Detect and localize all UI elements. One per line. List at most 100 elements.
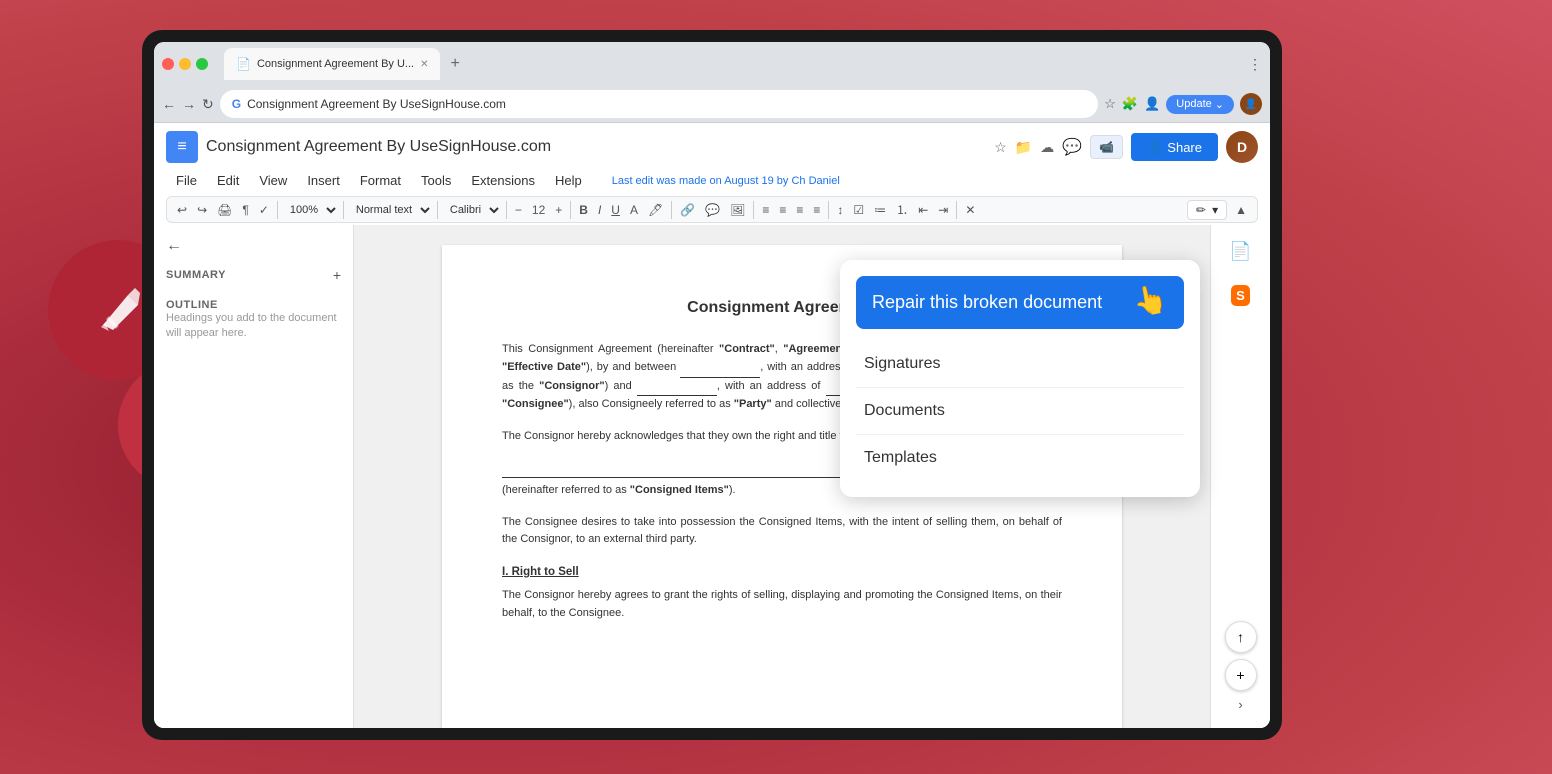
repair-document-button[interactable]: Repair this broken document 👆: [856, 276, 1184, 329]
minimize-window-button[interactable]: [179, 58, 191, 70]
cloud-icon[interactable]: ☁: [1040, 139, 1054, 156]
print-button[interactable]: 🖨: [213, 201, 236, 219]
text-color-button[interactable]: A: [626, 201, 642, 219]
google-icon: G: [232, 97, 241, 111]
popup-signatures-item[interactable]: Signatures: [856, 341, 1184, 388]
paint-format-button[interactable]: ¶: [238, 201, 252, 219]
extension-icon[interactable]: 🧩: [1122, 96, 1138, 112]
extension-panel-icon[interactable]: S: [1223, 277, 1259, 313]
traffic-lights: [162, 58, 208, 70]
address-bar[interactable]: G Consignment Agreement By UseSignHouse.…: [220, 90, 1099, 118]
toolbar-separator-6: [671, 201, 672, 219]
align-center[interactable]: ≡: [775, 201, 790, 219]
collapse-button[interactable]: ▲: [1231, 201, 1251, 219]
chrome-menu-icon[interactable]: ⋮: [1248, 56, 1262, 73]
undo-button[interactable]: ↩: [173, 201, 191, 219]
maximize-window-button[interactable]: [196, 58, 208, 70]
comment-toolbar-button[interactable]: 💬: [701, 201, 724, 219]
templates-label: Templates: [864, 449, 937, 466]
align-left[interactable]: ≡: [758, 201, 773, 219]
forward-button[interactable]: →: [182, 96, 196, 112]
refresh-button[interactable]: ↻: [202, 96, 214, 113]
font-select[interactable]: Calibri: [442, 202, 502, 218]
gdocs-doc-title[interactable]: Consignment Agreement By UseSignHouse.co…: [206, 138, 986, 156]
profile-icon[interactable]: 👤: [1144, 96, 1160, 112]
zoom-select[interactable]: 100%: [282, 202, 339, 218]
popup-templates-item[interactable]: Templates: [856, 435, 1184, 481]
italic-button[interactable]: I: [594, 201, 605, 219]
toolbar-separator-2: [343, 201, 344, 219]
new-tab-button[interactable]: +: [444, 55, 465, 73]
menu-file[interactable]: File: [166, 169, 207, 192]
comment-icon[interactable]: 💬: [1062, 137, 1082, 157]
repair-label: Repair this broken document: [872, 292, 1102, 312]
meet-button[interactable]: 📹: [1090, 135, 1123, 159]
menu-edit[interactable]: Edit: [207, 169, 249, 192]
popup-documents-item[interactable]: Documents: [856, 388, 1184, 435]
toolbar-separator-3: [437, 201, 438, 219]
menu-extensions[interactable]: Extensions: [461, 169, 545, 192]
title-icons: ☆ 📁 ☁: [994, 139, 1054, 156]
image-button[interactable]: 🖼: [726, 201, 749, 219]
gdocs-icon-panel[interactable]: 📄: [1223, 233, 1259, 269]
paragraph-5: The Consignee desires to take into posse…: [502, 514, 1062, 549]
editing-mode-button[interactable]: ✏ ▾: [1187, 200, 1227, 220]
checklist-button[interactable]: ☑: [849, 201, 868, 219]
menu-format[interactable]: Format: [350, 169, 411, 192]
share-button[interactable]: 👤 Share: [1131, 133, 1218, 161]
spell-check-button[interactable]: ✓: [255, 201, 273, 219]
align-right[interactable]: ≡: [792, 201, 807, 219]
toolbar-right-area: ✏ ▾ ▲: [1187, 200, 1251, 220]
menu-view[interactable]: View: [249, 169, 297, 192]
style-select[interactable]: Normal text: [348, 202, 433, 218]
toolbar-separator-1: [277, 201, 278, 219]
chrome-avatar[interactable]: 👤: [1240, 93, 1262, 115]
redo-button[interactable]: ↪: [193, 201, 211, 219]
meet-icon: 📹: [1099, 140, 1114, 154]
bullet-list-button[interactable]: ≔: [870, 201, 890, 219]
chrome-actions: ☆ 🧩 👤 Update ⌄ 👤: [1104, 93, 1262, 115]
user-avatar[interactable]: D: [1226, 131, 1258, 163]
clear-format[interactable]: ✕: [961, 201, 979, 219]
menu-tools[interactable]: Tools: [411, 169, 461, 192]
panel-expand-button[interactable]: ›: [1238, 697, 1242, 712]
active-tab[interactable]: 📄 Consignment Agreement By U... ✕: [224, 48, 440, 80]
highlight-button[interactable]: 🖊: [644, 201, 667, 219]
font-size-increase[interactable]: +: [551, 201, 566, 219]
font-size-decrease[interactable]: −: [511, 201, 526, 219]
scroll-plus-button[interactable]: +: [1225, 659, 1257, 691]
consignor-bold: "Consignor": [539, 380, 604, 392]
back-arrow-button[interactable]: ←: [166, 237, 341, 255]
underline-button[interactable]: U: [607, 201, 624, 219]
update-button[interactable]: Update ⌄: [1166, 95, 1234, 114]
star-icon[interactable]: ☆: [994, 139, 1007, 156]
toolbar-separator-8: [828, 201, 829, 219]
toolbar-separator-7: [753, 201, 754, 219]
bold-button[interactable]: B: [575, 201, 592, 219]
align-justify[interactable]: ≡: [809, 201, 824, 219]
panel-bottom-area: ↑ + ›: [1225, 621, 1257, 720]
back-button[interactable]: ←: [162, 96, 176, 112]
right-icon-panel: 📄 S ↑ + › Repair this broken document 👆: [1210, 225, 1270, 728]
tab-close-button[interactable]: ✕: [420, 59, 428, 70]
consignee-bold: "Consignee": [502, 398, 569, 410]
decrease-indent[interactable]: ⇤: [914, 201, 932, 219]
close-window-button[interactable]: [162, 58, 174, 70]
gdocs-header: ≡ Consignment Agreement By UseSignHouse.…: [154, 123, 1270, 225]
link-button[interactable]: 🔗: [676, 201, 699, 219]
tab-bar: 📄 Consignment Agreement By U... ✕ +: [224, 48, 466, 80]
increase-indent[interactable]: ⇥: [934, 201, 952, 219]
gdocs-share-area: 💬 📹 👤 Share D: [1062, 131, 1258, 163]
menu-help[interactable]: Help: [545, 169, 592, 192]
menu-insert[interactable]: Insert: [297, 169, 350, 192]
gdocs-menu-bar: File Edit View Insert Format Tools Exten…: [166, 167, 1258, 194]
toolbar-separator-9: [956, 201, 957, 219]
effective-date-bold: "Effective Date": [502, 361, 586, 373]
move-icon[interactable]: 📁: [1015, 139, 1032, 156]
outline-hint: Headings you add to the document will ap…: [166, 311, 341, 342]
bookmark-icon[interactable]: ☆: [1104, 96, 1116, 112]
line-spacing-button[interactable]: ↕: [833, 201, 847, 219]
numbered-list-button[interactable]: ⒈: [892, 199, 912, 220]
scroll-up-button[interactable]: ↑: [1225, 621, 1257, 653]
add-summary-button[interactable]: +: [333, 267, 341, 283]
